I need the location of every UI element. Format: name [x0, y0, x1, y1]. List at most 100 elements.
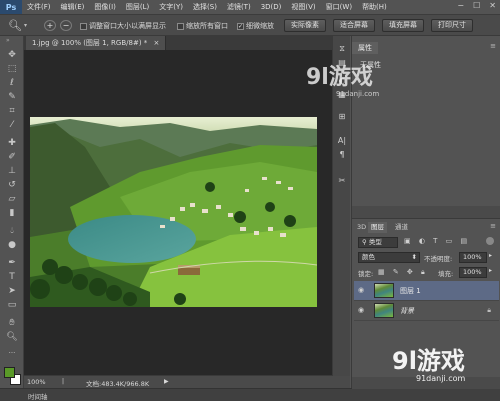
document-tab[interactable]: 1.jpg @ 100% (图层 1, RGB/8#) * ×: [26, 36, 167, 50]
watermark-bottom: 9l游戏 91danji.com: [392, 348, 500, 388]
zoom-icon[interactable]: 🔍︎: [4, 332, 20, 343]
eraser-icon[interactable]: ▱: [4, 194, 20, 205]
menu-bar: Ps 文件(F) 编辑(E) 图像(I) 图层(L) 文字(Y) 选择(S) 滤…: [0, 0, 500, 14]
tab-layers[interactable]: 图层: [368, 222, 387, 233]
dodge-icon[interactable]: ●: [4, 240, 20, 251]
quick-select-icon[interactable]: ✎: [4, 92, 20, 103]
zoom-out-icon[interactable]: −: [60, 20, 72, 31]
brush-icon[interactable]: ✐: [4, 152, 20, 163]
character-icon[interactable]: A|: [336, 136, 348, 146]
lock-icons[interactable]: ▦ ✎ ✥ 🔒︎: [378, 268, 428, 277]
type-icon[interactable]: T: [4, 272, 20, 283]
menu-help[interactable]: 帮助(H): [357, 0, 392, 14]
tab-close-icon[interactable]: ×: [154, 39, 160, 47]
document-tab-title: 1.jpg @ 100% (图层 1, RGB/8#) *: [32, 39, 148, 47]
layer-row[interactable]: ◉ 背景 🔒︎: [354, 301, 499, 321]
tab-3d[interactable]: 3D: [354, 222, 369, 233]
menu-type[interactable]: 文字(Y): [154, 0, 188, 14]
lasso-icon[interactable]: ℓ: [4, 78, 20, 89]
fill-screen-button[interactable]: 填充屏幕: [382, 19, 424, 32]
opacity-arrow-icon[interactable]: ▸: [489, 252, 492, 259]
minimize-icon[interactable]: −: [457, 1, 464, 10]
menu-edit[interactable]: 编辑(E): [56, 0, 90, 14]
zoom-level[interactable]: 100%: [27, 378, 46, 386]
marquee-icon[interactable]: ⬚: [4, 64, 20, 75]
lock-icon: 🔒︎: [487, 306, 491, 314]
menu-layer[interactable]: 图层(L): [121, 0, 154, 14]
fill-input[interactable]: 100%: [459, 267, 487, 278]
menu-select[interactable]: 选择(S): [188, 0, 222, 14]
options-bar: 🔍︎ ▾ + − 调整窗口大小以满屏显示 缩放所有窗口 ✓ 细微缩放 实际像素 …: [0, 14, 500, 36]
scrubby-zoom-option[interactable]: ✓ 细微缩放: [237, 21, 274, 31]
layer-thumbnail: [374, 283, 394, 298]
visibility-eye-icon[interactable]: ◉: [358, 287, 367, 294]
hand-icon[interactable]: ✋︎: [4, 318, 20, 329]
watermark-logo: 9l游戏: [306, 65, 373, 90]
foreground-color-swatch[interactable]: [4, 367, 15, 378]
history-brush-icon[interactable]: ↺: [4, 180, 20, 191]
photoshop-logo: Ps: [0, 0, 22, 14]
chevron-down-icon[interactable]: ▾: [24, 22, 27, 29]
menu-image[interactable]: 图像(I): [89, 0, 121, 14]
menu-filter[interactable]: 滤镜(T): [222, 0, 256, 14]
timeline-label[interactable]: 时间轴: [28, 391, 48, 401]
scrubby-zoom-checkbox[interactable]: ✓: [237, 22, 244, 30]
menu-file[interactable]: 文件(F): [22, 0, 56, 14]
maximize-icon[interactable]: ☐: [473, 1, 480, 10]
menu-3d[interactable]: 3D(D): [256, 0, 287, 14]
collapse-icon[interactable]: »: [6, 37, 10, 44]
path-select-icon[interactable]: ➤: [4, 286, 20, 297]
layer-name[interactable]: 背景: [400, 306, 414, 316]
resize-window-checkbox[interactable]: [80, 22, 87, 30]
tool-presets-icon[interactable]: ✂: [336, 176, 348, 186]
filter-toggle-icon[interactable]: [486, 237, 494, 245]
eyedropper-icon[interactable]: ⁄: [4, 120, 20, 131]
print-size-button[interactable]: 打印尺寸: [431, 19, 473, 32]
layers-menu-icon[interactable]: ≡: [490, 222, 496, 230]
properties-scrollbar[interactable]: [352, 206, 500, 218]
zoom-all-option[interactable]: 缩放所有窗口: [177, 21, 228, 31]
shape-icon[interactable]: ▭: [4, 300, 20, 311]
properties-panel: 属性 ≡ 无属性: [351, 36, 500, 218]
status-separator-icon: |: [62, 378, 65, 385]
menu-view[interactable]: 视图(V): [286, 0, 320, 14]
landscape-image: [30, 117, 317, 307]
zoom-all-label: 缩放所有窗口: [186, 22, 228, 30]
fill-arrow-icon[interactable]: ▸: [489, 267, 492, 274]
panel-menu-icon[interactable]: ≡: [490, 42, 496, 50]
layer-kind-filter[interactable]: ⚲ 类型: [358, 237, 398, 248]
visibility-eye-icon[interactable]: ◉: [358, 307, 367, 314]
blur-icon[interactable]: 💧︎: [4, 226, 20, 237]
close-icon[interactable]: ✕: [489, 1, 496, 10]
filter-icons[interactable]: ▣ ◐ T ▭ ▤: [404, 237, 470, 245]
swatches-icon[interactable]: ⊞: [336, 112, 348, 122]
resize-window-option[interactable]: 调整窗口大小以满屏显示: [80, 21, 166, 31]
crop-icon[interactable]: ⌗: [4, 106, 20, 117]
watermark-url: 91danji.com: [336, 90, 380, 98]
healing-icon[interactable]: ✚: [4, 138, 20, 149]
menu-window[interactable]: 窗口(W): [321, 0, 357, 14]
opacity-input[interactable]: 100%: [459, 252, 487, 263]
layer-name[interactable]: 图层 1: [400, 286, 421, 296]
stamp-icon[interactable]: ⊥: [4, 166, 20, 177]
more-tools-icon[interactable]: ···: [4, 348, 20, 359]
zoom-all-checkbox[interactable]: [177, 22, 184, 30]
lock-label: 锁定:: [358, 270, 374, 278]
fit-screen-button[interactable]: 适合屏幕: [333, 19, 375, 32]
gradient-icon[interactable]: ▮: [4, 208, 20, 219]
resize-window-label: 调整窗口大小以满屏显示: [89, 22, 166, 30]
paragraph-icon[interactable]: ¶: [336, 150, 348, 160]
actual-pixels-button[interactable]: 实际像素: [284, 19, 326, 32]
pen-icon[interactable]: ✒: [4, 258, 20, 269]
tab-channels[interactable]: 通道: [392, 222, 411, 233]
zoom-in-icon[interactable]: +: [44, 20, 56, 31]
blend-mode-value: 颜色: [362, 253, 375, 261]
zoom-tool-icon: 🔍︎: [8, 19, 22, 32]
blend-mode-select[interactable]: 颜色 ⬍: [358, 252, 420, 263]
status-menu-arrow-icon[interactable]: ▶: [164, 378, 169, 385]
history-icon[interactable]: ⧖: [336, 44, 348, 54]
landscape-photo[interactable]: [30, 117, 317, 307]
move-icon[interactable]: ✥: [4, 50, 20, 61]
layer-row[interactable]: ◉ 图层 1: [354, 281, 499, 301]
properties-tab[interactable]: 属性: [352, 42, 378, 54]
